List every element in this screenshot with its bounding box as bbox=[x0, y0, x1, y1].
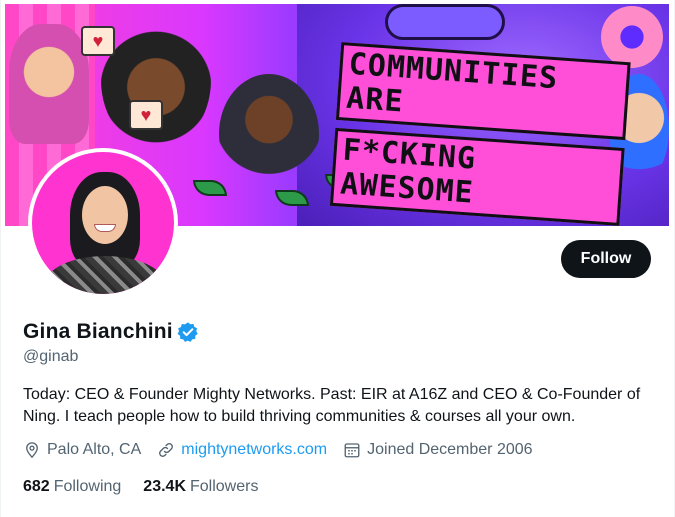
link-icon bbox=[159, 443, 174, 457]
follow-button[interactable]: Follow bbox=[561, 240, 651, 278]
donut-icon bbox=[601, 6, 663, 68]
banner-illustration-person bbox=[219, 74, 319, 194]
profile-meta: Palo Alto, CA mightynetworks.com Joined … bbox=[23, 441, 549, 459]
following-link[interactable]: 682 Following bbox=[23, 478, 121, 496]
website-item: mightynetworks.com bbox=[157, 441, 327, 459]
banner-illustration-person bbox=[9, 24, 89, 144]
location-text: Palo Alto, CA bbox=[47, 441, 142, 458]
banner-cloud bbox=[385, 4, 505, 40]
avatar[interactable] bbox=[28, 148, 178, 298]
verified-badge-icon[interactable] bbox=[177, 321, 199, 343]
joined-item: Joined December 2006 bbox=[343, 441, 533, 459]
location-pin-icon bbox=[26, 442, 38, 459]
location-item: Palo Alto, CA bbox=[23, 441, 141, 459]
profile-header: ♥ ♥ COMMUNITIES ARE F*CKING AWESOME Foll… bbox=[0, 0, 675, 517]
website-link[interactable]: mightynetworks.com bbox=[181, 441, 327, 459]
banner-headline-line: F*CKING AWESOME bbox=[329, 127, 625, 226]
profile-bio: Today: CEO & Founder Mighty Networks. Pa… bbox=[23, 386, 641, 425]
followers-label: Followers bbox=[190, 478, 259, 495]
followers-count: 23.4K bbox=[143, 478, 186, 495]
joined-text: Joined December 2006 bbox=[367, 441, 533, 458]
display-name: Gina Bianchini bbox=[23, 320, 173, 343]
banner-headline: COMMUNITIES ARE F*CKING AWESOME bbox=[329, 42, 631, 226]
follow-stats: 682 Following 23.4K Followers bbox=[23, 478, 280, 496]
heart-icon: ♥ bbox=[81, 26, 115, 56]
leaf-icon bbox=[193, 180, 227, 196]
followers-link[interactable]: 23.4K Followers bbox=[143, 478, 258, 496]
following-label: Following bbox=[53, 478, 122, 495]
following-count: 682 bbox=[23, 478, 50, 495]
user-handle: @ginab bbox=[23, 348, 79, 365]
calendar-icon bbox=[344, 443, 360, 458]
avatar-face bbox=[82, 186, 128, 244]
name-row: Gina Bianchini bbox=[23, 320, 199, 344]
heart-icon: ♥ bbox=[129, 100, 163, 130]
